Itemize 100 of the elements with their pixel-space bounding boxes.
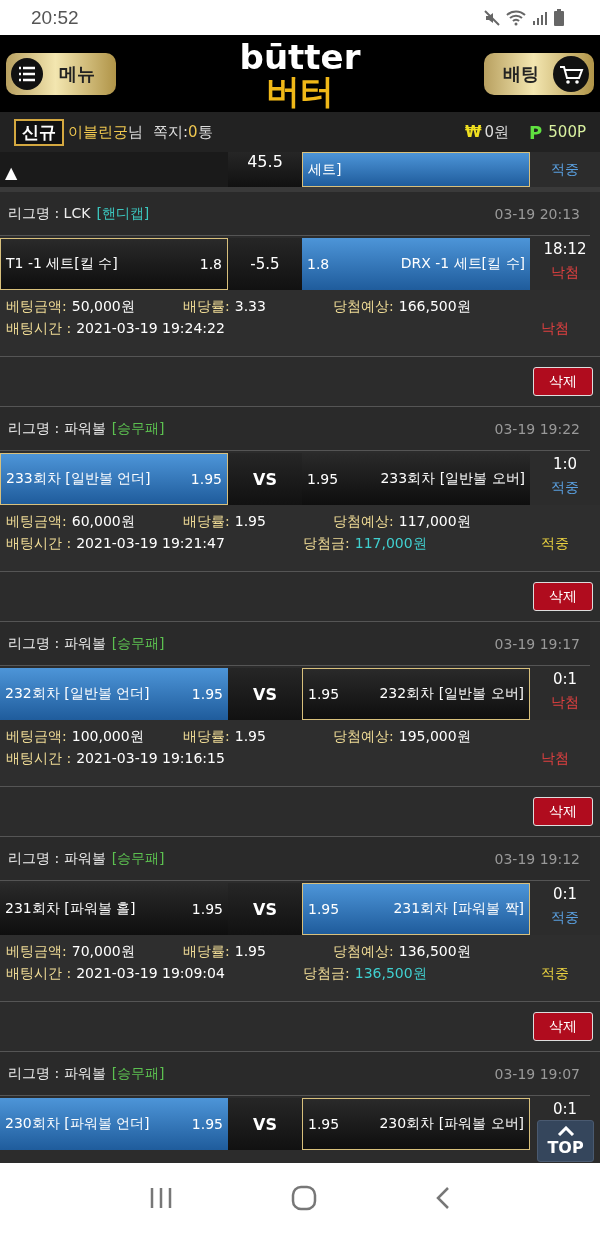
scroll-top-button[interactable]: TOP — [537, 1120, 594, 1162]
bet-status: 적중 — [541, 535, 569, 553]
logo: būtter 버터 — [239, 39, 361, 108]
market-type: [승무패] — [111, 419, 165, 438]
bet-amount-label: 베팅금액: — [6, 513, 67, 529]
expected-win: 136,500원 — [398, 943, 471, 959]
signal-icon — [532, 9, 548, 26]
won-sign: ₩ — [465, 123, 482, 141]
expected-win-label: 당첨예상: — [333, 298, 394, 314]
pick-option[interactable]: 230회차 [파워볼 언더] 1.95 — [0, 1098, 228, 1150]
score: 0:1 — [552, 1100, 578, 1118]
score: 0:1 — [552, 885, 578, 903]
bet-time-label: 배팅시간 : — [6, 320, 72, 336]
match-time: 03-19 19:07 — [494, 1065, 580, 1082]
delete-button[interactable]: 삭제 — [533, 797, 593, 826]
league-name: 리그명 : 파워볼 — [8, 419, 106, 438]
pick-option[interactable]: T1 -1 세트[킬 수] 1.8 — [0, 238, 228, 290]
market-type: [승무패] — [111, 634, 165, 653]
league-name: 리그명 : LCK — [8, 204, 91, 223]
pick-option[interactable]: 232회차 [일반볼 언더] 1.95 — [0, 668, 228, 720]
handicap-value: 45.5 — [247, 152, 283, 171]
bet-time: 2021-03-19 19:21:47 — [76, 535, 225, 551]
odds-label: 배당률: — [183, 298, 230, 314]
memo-count: 0 — [188, 123, 198, 141]
bet-amount: 50,000원 — [71, 298, 135, 314]
home-icon[interactable] — [291, 1185, 317, 1211]
expected-win: 166,500원 — [398, 298, 471, 314]
result-label: 적중 — [551, 160, 579, 179]
bet-amount-label: 베팅금액: — [6, 298, 67, 314]
expected-win: 195,000원 — [398, 728, 471, 744]
wifi-icon — [506, 9, 526, 26]
expected-win-label: 당첨예상: — [333, 728, 394, 744]
bet-time: 2021-03-19 19:09:04 — [76, 965, 225, 981]
payout-amount: 117,000원 — [354, 535, 427, 551]
bet-time: 2021-03-19 19:16:15 — [76, 750, 225, 766]
expected-win-label: 당첨예상: — [333, 943, 394, 959]
league-name: 리그명 : 파워볼 — [8, 1064, 106, 1083]
recent-apps-icon[interactable] — [149, 1187, 173, 1209]
name-suffix: 님 — [128, 122, 143, 142]
battery-icon — [554, 9, 564, 26]
bet-status: 낙첨 — [541, 750, 569, 768]
odds-label: 배당률: — [183, 728, 230, 744]
bet-amount-label: 베팅금액: — [6, 943, 67, 959]
pick-option[interactable]: 1.95 233회차 [일반볼 오버] — [302, 453, 530, 505]
middle-label: VS — [253, 899, 277, 919]
bet-amount: 60,000원 — [71, 513, 135, 529]
bet-time: 2021-03-19 19:24:22 — [76, 320, 225, 336]
pick-option[interactable]: ▲ — [0, 152, 228, 187]
result-label: 낙첨 — [551, 694, 579, 712]
score: 18:12 — [543, 240, 587, 258]
username: 이블린궁 — [68, 122, 128, 142]
delete-button[interactable]: 삭제 — [533, 1012, 593, 1041]
delete-button[interactable]: 삭제 — [533, 582, 593, 611]
memo-unit: 통 — [197, 122, 213, 142]
match-time: 03-19 19:17 — [494, 635, 580, 652]
mute-icon — [484, 9, 500, 26]
cash-balance: 0원 — [484, 122, 510, 142]
odds-value: 1.95 — [234, 513, 266, 529]
pick-option[interactable]: 231회차 [파워볼 홀] 1.95 — [0, 883, 228, 935]
odds-label: 배당률: — [183, 943, 230, 959]
market-type: [승무패] — [111, 1064, 165, 1083]
memo-label: 쪽지: — [153, 122, 189, 142]
odds-label: 배당률: — [183, 513, 230, 529]
clock: 20:52 — [31, 6, 79, 29]
new-badge: 신규 — [14, 118, 64, 146]
league-name: 리그명 : 파워볼 — [8, 849, 106, 868]
pick-option[interactable]: 1.95 231회차 [파워볼 짝] — [302, 883, 530, 935]
score: 1:0 — [552, 455, 578, 473]
match-time: 03-19 19:12 — [494, 850, 580, 867]
back-icon[interactable] — [435, 1186, 451, 1210]
score: 0:1 — [552, 670, 578, 688]
result-label: 적중 — [551, 909, 579, 927]
middle-label: -5.5 — [250, 255, 280, 273]
up-marker: ▲ — [5, 163, 18, 182]
betting-button[interactable]: 배팅 — [484, 52, 594, 95]
middle-label: VS — [253, 469, 277, 489]
bet-amount: 100,000원 — [71, 728, 144, 744]
market-type: [핸디캡] — [96, 204, 150, 223]
result-label: 적중 — [551, 479, 579, 497]
middle-label: VS — [253, 684, 277, 704]
odds-value: 3.33 — [234, 298, 266, 314]
result-label: 낙첨 — [551, 264, 579, 282]
cart-icon — [553, 55, 589, 92]
pick-option[interactable]: 1.95 230회차 [파워볼 오버] — [302, 1098, 530, 1150]
middle-label: VS — [253, 1114, 277, 1134]
pick-option[interactable]: 233회차 [일반볼 언더] 1.95 — [0, 453, 228, 505]
payout-label: 당첨금: — [303, 535, 350, 551]
pick-option[interactable]: 세트] — [302, 152, 530, 187]
match-time: 03-19 20:13 — [494, 205, 580, 222]
league-name: 리그명 : 파워볼 — [8, 634, 106, 653]
point-sign: P — [529, 121, 543, 143]
expected-win: 117,000원 — [398, 513, 471, 529]
delete-button[interactable]: 삭제 — [533, 367, 593, 396]
chevron-up-icon — [556, 1125, 575, 1136]
bet-time-label: 배팅시간 : — [6, 535, 72, 551]
pick-option[interactable]: 1.8 DRX -1 세트[킬 수] — [302, 238, 530, 290]
match-time: 03-19 19:22 — [494, 420, 580, 437]
payout-label: 당첨금: — [303, 965, 350, 981]
menu-button[interactable]: 메뉴 — [6, 52, 116, 95]
pick-option[interactable]: 1.95 232회차 [일반볼 오버] — [302, 668, 530, 720]
